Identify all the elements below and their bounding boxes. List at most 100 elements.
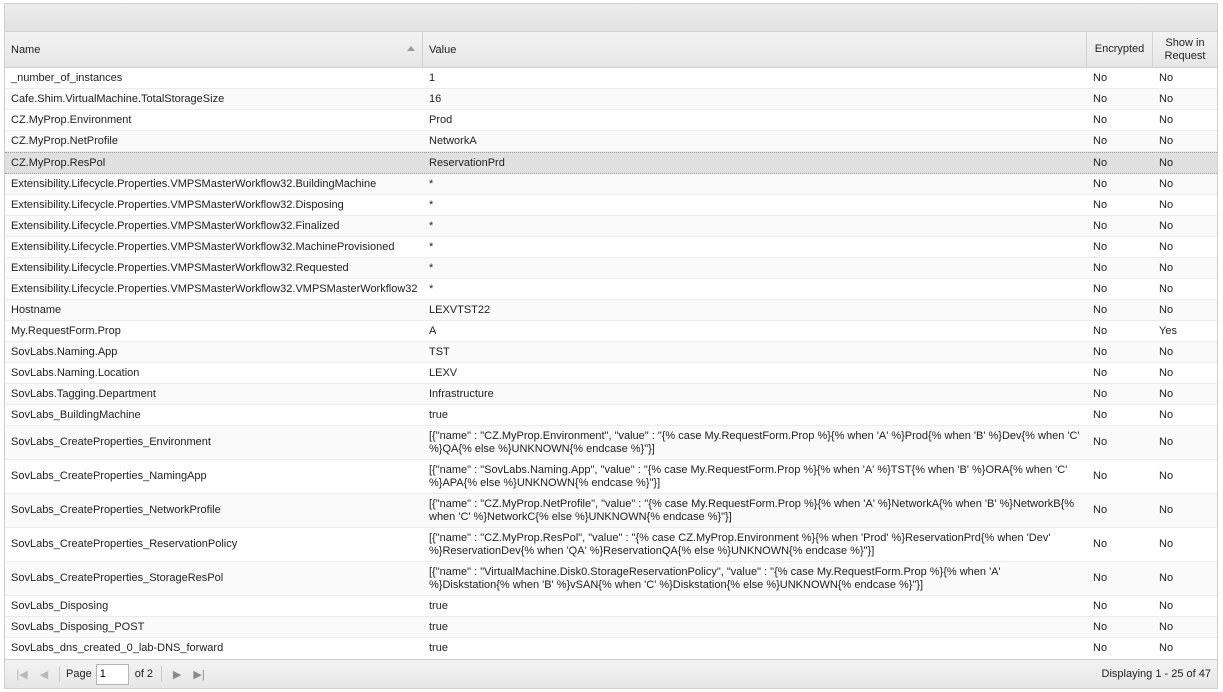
cell-value: Infrastructure: [429, 387, 494, 400]
cell-show-in-request: No: [1159, 240, 1174, 253]
last-page-button[interactable]: ▶|: [188, 664, 210, 684]
table-row[interactable]: SovLabs_CreateProperties_NamingApp [{"nam…: [5, 460, 1217, 494]
table-row[interactable]: _number_of_instances 1 No No: [5, 68, 1217, 89]
cell-show-in-request: No: [1159, 387, 1174, 400]
panel-toolbar: [5, 4, 1217, 32]
cell-encrypted: No: [1093, 408, 1108, 421]
cell-show-in-request: No: [1159, 470, 1174, 482]
cell-value: [{"name" : "VirtualMachine.Disk0.Storage…: [429, 565, 1001, 591]
custom-properties-panel: Name Value Encrypted Show in Request _nu…: [4, 3, 1218, 689]
cell-name: SovLabs_CreateProperties_ReservationPoli…: [11, 538, 238, 550]
cell-show-in-request: No: [1159, 408, 1174, 421]
table-row[interactable]: SovLabs.Tagging.Department Infrastructure…: [5, 384, 1217, 405]
cell-name: SovLabs.Naming.Location: [11, 366, 140, 379]
table-row[interactable]: SovLabs_Disposing true No No: [5, 596, 1217, 617]
cell-name: Extensibility.Lifecycle.Properties.VMPSM…: [11, 240, 395, 253]
column-header-encrypted-label: Encrypted: [1094, 43, 1145, 55]
column-header-name[interactable]: Name: [5, 32, 423, 67]
table-row[interactable]: Extensibility.Lifecycle.Properties.VMPSM…: [5, 174, 1217, 195]
table-row[interactable]: SovLabs_dns_created_0_lab-DNS_forward tru…: [5, 638, 1217, 658]
cell-encrypted: No: [1093, 470, 1108, 482]
cell-value: [{"name" : "CZ.MyProp.ResPol", "value" :…: [429, 531, 1051, 557]
page-number-input[interactable]: [95, 663, 129, 685]
cell-encrypted: No: [1093, 240, 1108, 253]
cell-value: Prod: [429, 113, 453, 126]
cell-encrypted: No: [1093, 303, 1108, 316]
cell-name: CZ.MyProp.ResPol: [11, 156, 106, 169]
cell-value: *: [429, 177, 434, 190]
cell-encrypted: No: [1093, 282, 1108, 295]
cell-show-in-request: No: [1159, 134, 1174, 147]
cell-show-in-request: No: [1159, 177, 1174, 190]
table-row[interactable]: SovLabs.Naming.Location LEXV No No: [5, 363, 1217, 384]
cell-name: SovLabs_dns_created_0_lab-DNS_forward: [11, 641, 224, 654]
table-row[interactable]: SovLabs_Disposing_POST true No No: [5, 617, 1217, 638]
table-row[interactable]: Extensibility.Lifecycle.Properties.VMPSM…: [5, 258, 1217, 279]
column-header-value[interactable]: Value: [423, 32, 1087, 67]
cell-value: *: [429, 219, 434, 232]
cell-name: Extensibility.Lifecycle.Properties.VMPSM…: [11, 219, 340, 232]
page-label: Page: [66, 668, 92, 680]
cell-value: *: [429, 282, 434, 295]
table-row[interactable]: Extensibility.Lifecycle.Properties.VMPSM…: [5, 279, 1217, 300]
cell-show-in-request: No: [1159, 345, 1174, 358]
pager-separator: [161, 666, 163, 682]
table-row[interactable]: Extensibility.Lifecycle.Properties.VMPSM…: [5, 195, 1217, 216]
column-header-show-in-request[interactable]: Show in Request: [1153, 32, 1217, 67]
cell-show-in-request: No: [1159, 436, 1174, 448]
cell-encrypted: No: [1093, 198, 1108, 211]
cell-name: Extensibility.Lifecycle.Properties.VMPSM…: [11, 177, 377, 190]
cell-name: SovLabs_Disposing_POST: [11, 620, 145, 633]
table-row[interactable]: SovLabs_CreateProperties_Environment [{"n…: [5, 426, 1217, 460]
prev-page-button[interactable]: ◀: [33, 664, 55, 684]
column-header-value-label: Value: [429, 43, 457, 56]
table-row[interactable]: SovLabs.Naming.App TST No No: [5, 342, 1217, 363]
table-row[interactable]: Extensibility.Lifecycle.Properties.VMPSM…: [5, 237, 1217, 258]
cell-encrypted: No: [1093, 572, 1108, 584]
cell-value: ReservationPrd: [429, 156, 505, 169]
next-page-icon: ▶: [172, 668, 182, 681]
next-page-button[interactable]: ▶: [166, 664, 188, 684]
cell-value: [{"name" : "CZ.MyProp.Environment", "val…: [429, 429, 1080, 455]
cell-encrypted: No: [1093, 92, 1108, 105]
cell-name: SovLabs_CreateProperties_StorageResPol: [11, 572, 224, 584]
cell-encrypted: No: [1093, 345, 1108, 358]
table-row[interactable]: SovLabs_BuildingMachine true No No: [5, 405, 1217, 426]
cell-show-in-request: No: [1159, 599, 1174, 612]
cell-encrypted: No: [1093, 538, 1108, 550]
table-row[interactable]: Extensibility.Lifecycle.Properties.VMPSM…: [5, 216, 1217, 237]
table-row[interactable]: CZ.MyProp.ResPol ReservationPrd No No: [5, 152, 1217, 174]
cell-value: [{"name" : "CZ.MyProp.NetProfile", "valu…: [429, 497, 1075, 523]
table-row[interactable]: My.RequestForm.Prop A No Yes: [5, 321, 1217, 342]
cell-show-in-request: No: [1159, 620, 1174, 633]
column-header-encrypted[interactable]: Encrypted: [1087, 32, 1153, 67]
last-page-icon: ▶|: [193, 668, 205, 681]
cell-encrypted: No: [1093, 134, 1108, 147]
cell-encrypted: No: [1093, 156, 1108, 169]
cell-value: true: [429, 620, 448, 633]
cell-value: A: [429, 324, 437, 337]
table-row[interactable]: Hostname LEXVTST22 No No: [5, 300, 1217, 321]
first-page-button[interactable]: |◀: [11, 664, 33, 684]
cell-name: Hostname: [11, 303, 62, 316]
column-header-name-label: Name: [11, 43, 41, 56]
cell-show-in-request: No: [1159, 303, 1174, 316]
table-row[interactable]: SovLabs_CreateProperties_StorageResPol [{…: [5, 562, 1217, 596]
cell-show-in-request: No: [1159, 504, 1174, 516]
table-row[interactable]: SovLabs_CreateProperties_ReservationPoli…: [5, 528, 1217, 562]
table-row[interactable]: CZ.MyProp.NetProfile NetworkA No No: [5, 131, 1217, 152]
cell-value: [{"name" : "SovLabs.Naming.App", "value"…: [429, 463, 1068, 489]
cell-value: 1: [429, 71, 436, 84]
cell-value: true: [429, 408, 448, 421]
cell-show-in-request: No: [1159, 219, 1174, 232]
cell-value: TST: [429, 345, 450, 358]
pager-separator: [59, 666, 60, 682]
cell-encrypted: No: [1093, 504, 1108, 516]
cell-encrypted: No: [1093, 641, 1108, 654]
table-row[interactable]: Cafe.Shim.VirtualMachine.TotalStorageSiz…: [5, 89, 1217, 110]
cell-show-in-request: No: [1159, 198, 1174, 211]
table-row[interactable]: SovLabs_CreateProperties_NetworkProfile […: [5, 494, 1217, 528]
table-row[interactable]: CZ.MyProp.Environment Prod No No: [5, 110, 1217, 131]
grid-body: _number_of_instances 1 No No Cafe.Shim.Virtu…: [5, 68, 1217, 658]
grid-header: Name Value Encrypted Show in Request: [5, 32, 1217, 68]
